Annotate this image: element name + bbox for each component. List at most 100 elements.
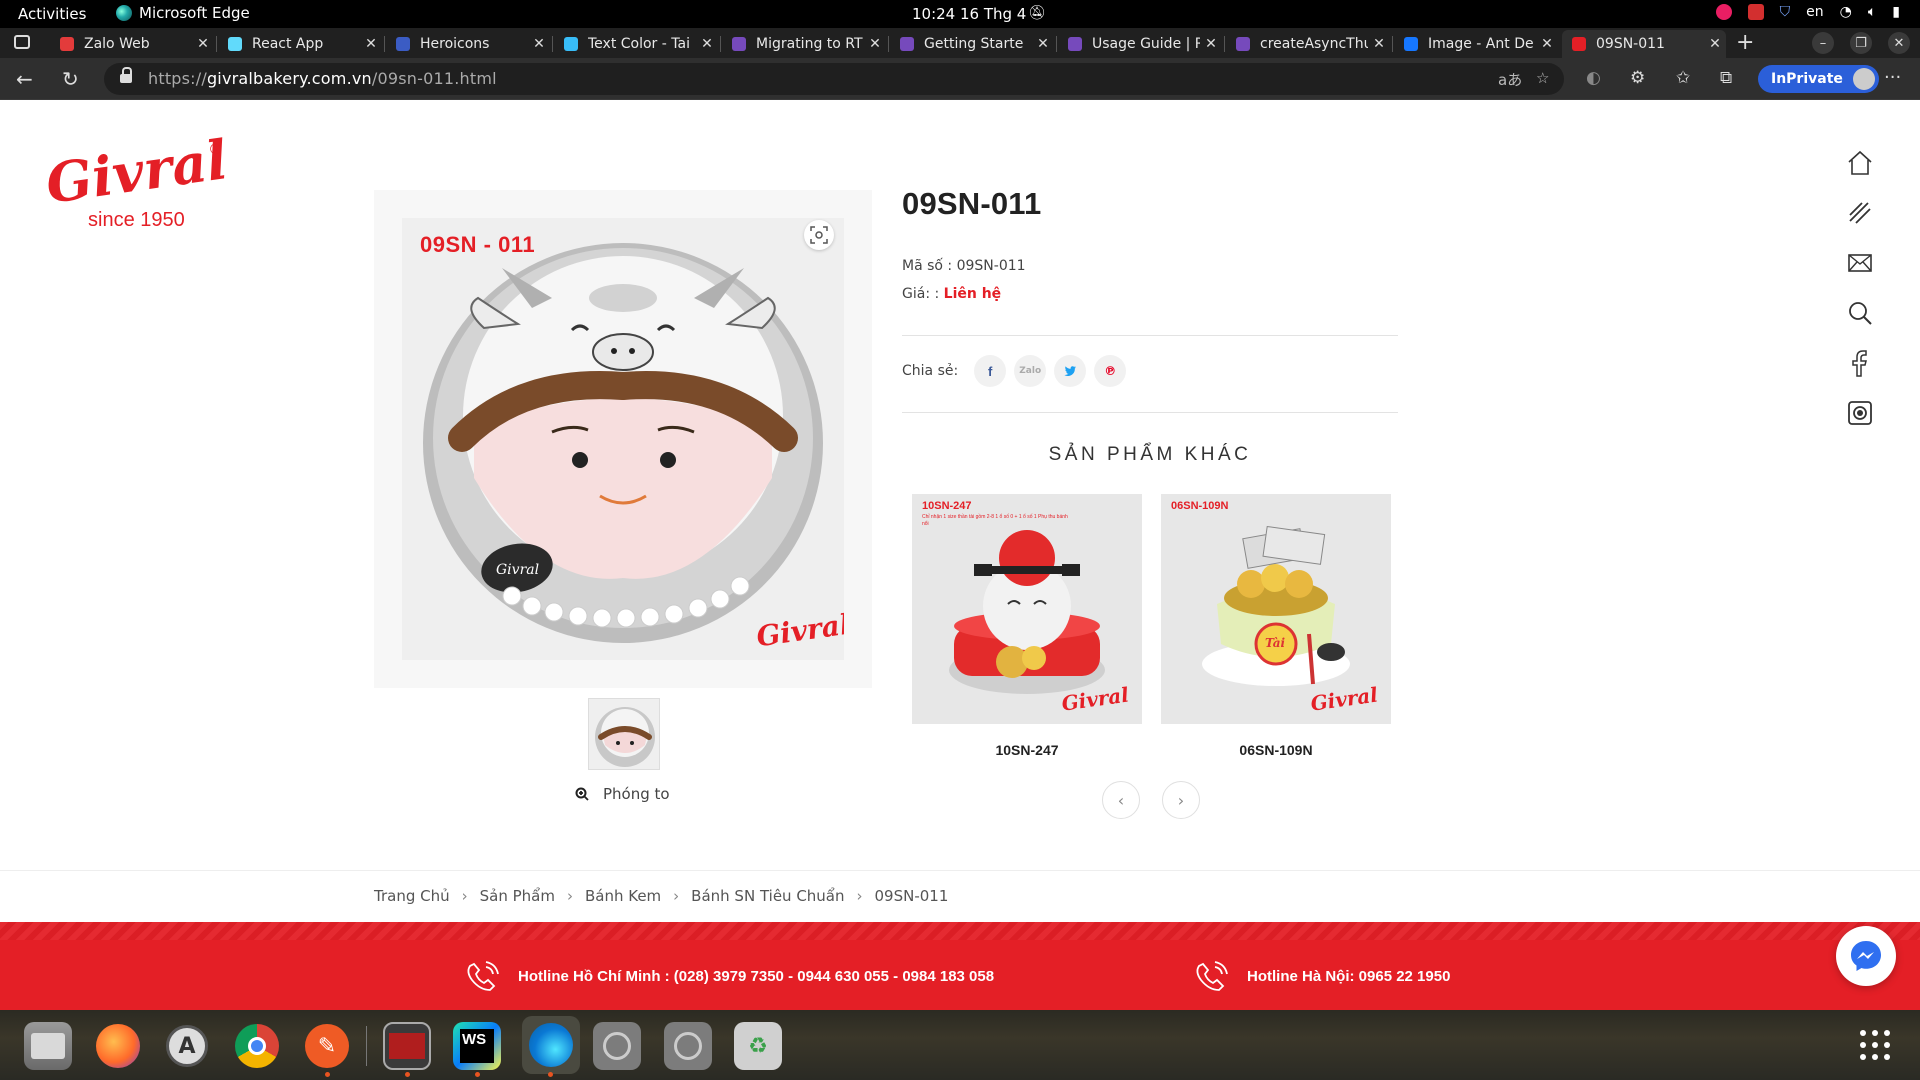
favorites-icon[interactable]: ✩ (1676, 68, 1690, 88)
menu-icon[interactable] (1840, 188, 1880, 238)
breadcrumb-item[interactable]: Bánh Kem (585, 887, 661, 905)
close-tab-icon[interactable]: ✕ (1200, 36, 1222, 52)
activities-button[interactable]: Activities (18, 5, 86, 23)
close-window-button[interactable]: ✕ (1888, 32, 1910, 54)
address-bar[interactable]: https://givralbakery.com.vn/09sn-011.htm… (104, 63, 1564, 95)
close-tab-icon[interactable]: ✕ (1032, 36, 1054, 52)
product-main-image[interactable]: Givral Givral 09SN - 011 (402, 218, 844, 660)
running-indicator (548, 1072, 553, 1077)
tab-separator (888, 36, 889, 52)
pinterest-icon[interactable]: ℗ (1094, 355, 1127, 387)
minimize-button[interactable]: – (1812, 32, 1834, 54)
add-favorite-icon[interactable]: ☆ (1536, 69, 1549, 87)
close-tab-icon[interactable]: ✕ (864, 36, 886, 52)
facebook-icon[interactable]: f (974, 355, 1007, 387)
collections-icon[interactable]: ⧉ (1720, 68, 1732, 88)
messenger-chat-button[interactable] (1836, 926, 1896, 986)
browser-tab[interactable]: Usage Guide | R ✕ (1058, 30, 1222, 58)
related-product-name[interactable]: 06SN-109N (1161, 742, 1391, 758)
inprivate-badge[interactable]: InPrivate (1758, 65, 1879, 93)
lock-icon[interactable] (120, 67, 132, 85)
url-text[interactable]: https://givralbakery.com.vn/09sn-011.htm… (148, 69, 497, 88)
shield-icon[interactable]: ⛉ (1780, 4, 1791, 20)
related-product-image[interactable]: Givral 06SN-109N Tài (1161, 494, 1391, 724)
breadcrumb-item[interactable]: Trang Chủ (374, 887, 450, 905)
browser-tab[interactable]: Migrating to RT ✕ (722, 30, 886, 58)
breadcrumb-item[interactable]: Bánh SN Tiêu Chuẩn (691, 887, 844, 905)
related-product-name[interactable]: 10SN-247 (912, 742, 1142, 758)
trash-icon[interactable]: ♻ (734, 1022, 782, 1070)
terminal-icon[interactable] (383, 1022, 431, 1070)
hotline-hanoi[interactable]: Hotline Hà Nội: 0965 22 1950 (1193, 958, 1450, 994)
close-tab-icon[interactable]: ✕ (192, 36, 214, 52)
software-center-icon[interactable]: A (163, 1022, 211, 1070)
close-tab-icon[interactable]: ✕ (360, 36, 382, 52)
new-tab-button[interactable]: + (1736, 30, 1754, 55)
disk-icon[interactable] (593, 1022, 641, 1070)
carousel-next-button[interactable]: › (1162, 781, 1200, 819)
close-tab-icon[interactable]: ✕ (1536, 36, 1558, 52)
back-icon[interactable]: ← (16, 67, 33, 91)
cake-illustration: Givral Givral (423, 243, 844, 654)
tray-record-icon[interactable] (1747, 4, 1764, 20)
twitter-icon[interactable] (1054, 355, 1087, 387)
wifi-icon[interactable]: ◔ (1840, 4, 1852, 20)
show-applications-button[interactable] (1860, 1030, 1890, 1060)
zoom-link[interactable]: Phóng to (575, 785, 670, 803)
mail-icon[interactable] (1840, 238, 1880, 288)
edge-icon[interactable] (522, 1016, 580, 1074)
chrome-icon[interactable] (233, 1022, 281, 1070)
related-product-image[interactable]: Givral 10SN-247 Chỉ nhận 1 size thần tài… (912, 494, 1142, 724)
battery-icon[interactable]: ▮ (1892, 4, 1900, 20)
system-tray[interactable]: ⛉ en ◔ 🔈︎ ▮ (1715, 4, 1900, 20)
browser-tab[interactable]: Image - Ant De ✕ (1394, 30, 1558, 58)
copilot-icon[interactable]: ◐ (1586, 68, 1601, 88)
close-tab-icon[interactable]: ✕ (528, 36, 550, 52)
language-indicator[interactable]: en (1806, 4, 1824, 20)
extensions-icon[interactable]: ⚙ (1630, 68, 1645, 88)
search-icon[interactable] (1840, 288, 1880, 338)
instagram-icon[interactable] (1840, 388, 1880, 438)
givral-logo[interactable]: Givral ® since 1950 (42, 136, 238, 236)
close-tab-icon[interactable]: ✕ (1704, 36, 1726, 52)
webstorm-icon[interactable]: WS (453, 1022, 501, 1070)
related-product-card[interactable]: Givral 10SN-247 Chỉ nhận 1 size thần tài… (912, 494, 1142, 758)
clock[interactable]: 10:24 16 Thg 4 (912, 5, 1026, 23)
browser-tab[interactable]: createAsyncThu ✕ (1226, 30, 1390, 58)
tab-actions-menu-icon[interactable] (14, 35, 30, 49)
svg-text:Givral: Givral (754, 608, 844, 654)
breadcrumb-separator: › (566, 887, 573, 905)
browser-tab[interactable]: Text Color - Tai ✕ (554, 30, 718, 58)
tab-title: Zalo Web (84, 36, 150, 52)
volume-icon[interactable]: 🔈︎ (1868, 4, 1876, 20)
read-aloud-icon[interactable]: aあ (1498, 69, 1522, 90)
price-value[interactable]: Liên hệ (944, 286, 1002, 302)
gallery-thumbnail[interactable] (588, 698, 660, 770)
browser-tab[interactable]: Zalo Web ✕ (50, 30, 214, 58)
firefox-icon[interactable] (94, 1022, 142, 1070)
facebook-icon[interactable] (1840, 338, 1880, 388)
zalo-icon[interactable]: Zalo (1014, 355, 1047, 387)
postman-icon[interactable]: ✎ (303, 1022, 351, 1070)
hotline-hcm[interactable]: Hotline Hồ Chí Minh : (028) 3979 7350 - … (464, 958, 994, 994)
tray-app-icon[interactable] (1715, 4, 1732, 20)
tab-favicon-icon (900, 37, 914, 51)
carousel-prev-button[interactable]: ‹ (1102, 781, 1140, 819)
related-product-card[interactable]: Givral 06SN-109N Tài 06SN-109N (1161, 494, 1391, 758)
close-tab-icon[interactable]: ✕ (696, 36, 718, 52)
restore-button[interactable]: ❐ (1850, 32, 1872, 54)
home-icon[interactable] (1840, 138, 1880, 188)
browser-tab[interactable]: 09SN-011 ✕ (1562, 30, 1726, 58)
web-page: Givral ® since 1950 Givral Givral 09SN -… (0, 100, 1920, 1010)
browser-tab[interactable]: React App ✕ (218, 30, 382, 58)
browser-tab[interactable]: Getting Starte ✕ (890, 30, 1054, 58)
more-menu-icon[interactable]: ··· (1884, 67, 1901, 88)
scan-zoom-icon[interactable] (804, 220, 834, 250)
disk-icon[interactable] (664, 1022, 712, 1070)
files-icon[interactable] (24, 1022, 72, 1070)
browser-tab[interactable]: Heroicons ✕ (386, 30, 550, 58)
refresh-icon[interactable]: ↻ (62, 67, 79, 91)
breadcrumb-item[interactable]: Sản Phẩm (480, 887, 555, 905)
app-menu[interactable]: Microsoft Edge (116, 4, 250, 22)
close-tab-icon[interactable]: ✕ (1368, 36, 1390, 52)
